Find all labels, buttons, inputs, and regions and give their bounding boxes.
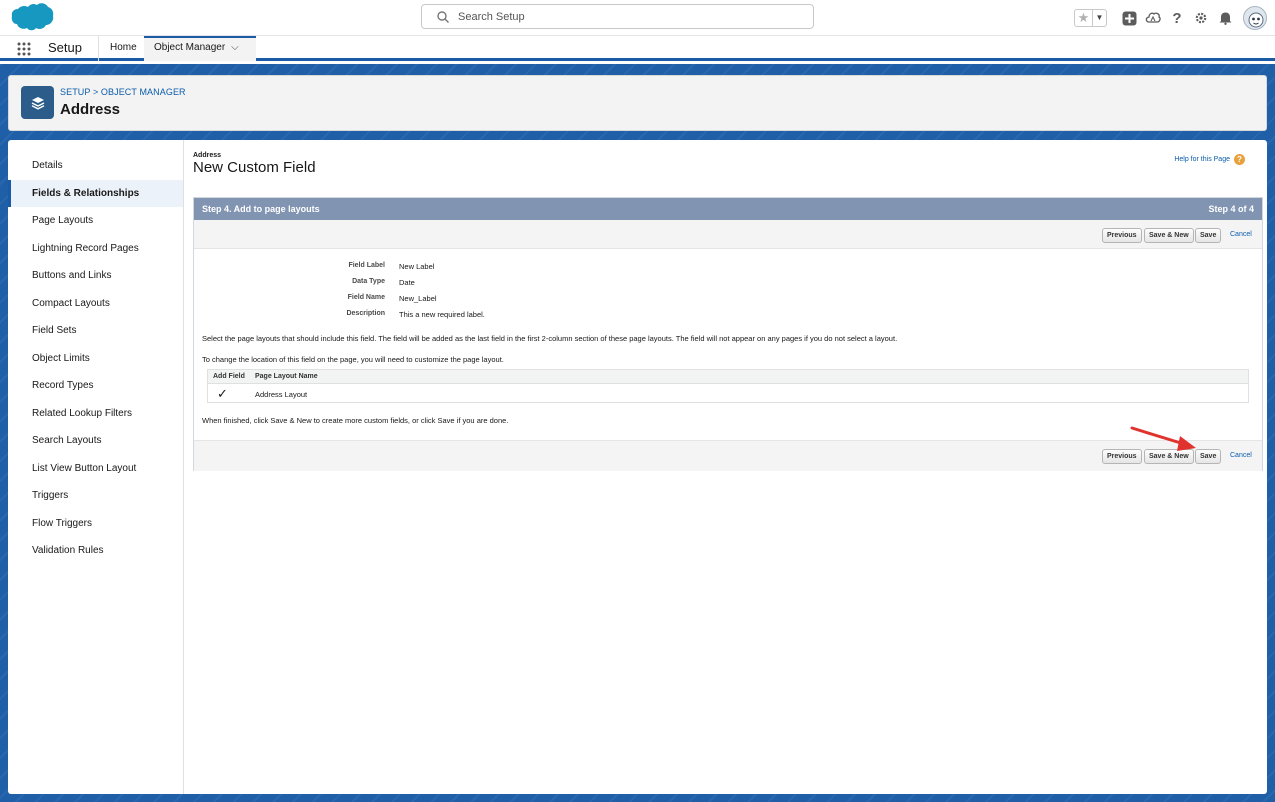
favorites-star-icon[interactable]: ★ xyxy=(1075,10,1093,26)
sidebar-item-search-layouts[interactable]: Search Layouts xyxy=(8,427,183,454)
page-layout-table: Add Field Page Layout Name ✓ Address Lay… xyxy=(207,369,1249,403)
field-label-value: New Label xyxy=(399,262,435,271)
object-pre-title: Address xyxy=(193,152,222,159)
global-header: ★ ▼ ? xyxy=(0,0,1275,36)
sidebar-item-validation-rules[interactable]: Validation Rules xyxy=(8,537,183,564)
sidebar-item-flow-triggers[interactable]: Flow Triggers xyxy=(8,510,183,537)
table-header: Add Field Page Layout Name xyxy=(208,370,1248,384)
page-layout-name: Address Layout xyxy=(255,390,308,399)
notifications-bell-icon[interactable] xyxy=(1217,10,1233,26)
nav-tab-home[interactable]: Home xyxy=(110,42,137,53)
search-input[interactable] xyxy=(458,8,798,26)
cancel-link-bottom[interactable]: Cancel xyxy=(1230,452,1252,459)
chevron-down-icon[interactable]: ⌵ xyxy=(231,42,239,53)
cancel-link[interactable]: Cancel xyxy=(1230,231,1252,238)
user-avatar[interactable] xyxy=(1243,6,1267,30)
main-card: Details Fields & Relationships Page Layo… xyxy=(8,140,1267,794)
object-page-header: SETUP > OBJECT MANAGER Address xyxy=(8,75,1267,131)
content-title: New Custom Field xyxy=(193,159,316,176)
top-button-row: Previous Save & New Save Cancel xyxy=(194,220,1262,249)
help-question-icon[interactable]: ? xyxy=(1234,154,1245,165)
sidebar-item-details[interactable]: Details xyxy=(8,152,183,179)
step-count: Step 4 of 4 xyxy=(1208,204,1254,214)
save-new-button[interactable]: Save & New xyxy=(1144,228,1194,243)
app-launcher-icon[interactable] xyxy=(16,41,32,57)
setup-gear-icon[interactable] xyxy=(1193,10,1209,26)
add-field-checkbox[interactable]: ✓ xyxy=(217,386,228,402)
context-bar: Setup Home Object Manager ⌵ xyxy=(0,36,1275,61)
instruction-change-location: To change the location of this field on … xyxy=(202,355,504,364)
instruction-select-layouts: Select the page layouts that should incl… xyxy=(202,334,898,343)
bottom-button-row: Previous Save & New Save Cancel xyxy=(194,440,1262,471)
column-header-layout-name: Page Layout Name xyxy=(255,373,318,380)
trailhead-icon[interactable] xyxy=(1145,10,1161,26)
search-icon xyxy=(437,11,449,23)
description-value: This a new required label. xyxy=(399,310,485,319)
step-panel: Step 4. Add to page layouts Step 4 of 4 … xyxy=(193,197,1263,471)
app-name: Setup xyxy=(48,40,82,55)
step-title: Step 4. Add to page layouts xyxy=(202,204,320,214)
sidebar-item-lightning-record-pages[interactable]: Lightning Record Pages xyxy=(8,235,183,262)
nav-divider xyxy=(98,36,99,61)
step-header: Step 4. Add to page layouts Step 4 of 4 xyxy=(194,198,1262,220)
save-button[interactable]: Save xyxy=(1195,228,1222,243)
breadcrumb[interactable]: SETUP > OBJECT MANAGER xyxy=(60,87,186,97)
sidebar-item-buttons-links[interactable]: Buttons and Links xyxy=(8,262,183,289)
help-icon[interactable]: ? xyxy=(1169,10,1185,27)
sidebar-item-record-types[interactable]: Record Types xyxy=(8,372,183,399)
sidebar-item-fields-relationships[interactable]: Fields & Relationships xyxy=(8,180,183,207)
nav-tab-object-manager[interactable]: Object Manager ⌵ xyxy=(144,36,256,61)
favorites-dropdown-icon[interactable]: ▼ xyxy=(1093,10,1106,26)
field-name-label: Field Name xyxy=(347,294,385,301)
favorites-group: ★ ▼ xyxy=(1074,9,1107,27)
global-actions-icon[interactable] xyxy=(1121,10,1137,26)
sidebar-item-triggers[interactable]: Triggers xyxy=(8,482,183,509)
object-layers-icon xyxy=(21,86,54,119)
sidebar-item-object-limits[interactable]: Object Limits xyxy=(8,345,183,372)
data-type-label: Data Type xyxy=(352,278,385,285)
help-for-page-link[interactable]: Help for this Page ? xyxy=(1174,154,1245,165)
page-title: Address xyxy=(60,101,121,118)
sidebar-item-list-view-button-layout[interactable]: List View Button Layout xyxy=(8,455,183,482)
previous-button[interactable]: Previous xyxy=(1102,228,1142,243)
content-area: Address New Custom Field Help for this P… xyxy=(184,140,1267,794)
header-utility-icons: ★ ▼ ? xyxy=(1074,3,1267,33)
sidebar-item-page-layouts[interactable]: Page Layouts xyxy=(8,207,183,234)
object-sidebar: Details Fields & Relationships Page Layo… xyxy=(8,140,184,794)
field-label-label: Field Label xyxy=(348,262,385,269)
description-label: Description xyxy=(346,310,385,317)
sidebar-item-related-lookup-filters[interactable]: Related Lookup Filters xyxy=(8,400,183,427)
sidebar-item-field-sets[interactable]: Field Sets xyxy=(8,317,183,344)
field-name-value: New_Label xyxy=(399,294,437,303)
finish-instruction: When finished, click Save & New to creat… xyxy=(202,416,509,425)
help-link-label[interactable]: Help for this Page xyxy=(1174,156,1230,163)
column-header-add-field: Add Field xyxy=(213,373,245,380)
setup-search-box[interactable] xyxy=(421,4,814,29)
annotation-arrow-icon xyxy=(1130,426,1196,451)
sidebar-item-compact-layouts[interactable]: Compact Layouts xyxy=(8,290,183,317)
salesforce-logo[interactable] xyxy=(10,2,54,32)
nav-tab-object-manager-label: Object Manager xyxy=(154,42,226,53)
data-type-value: Date xyxy=(399,278,415,287)
